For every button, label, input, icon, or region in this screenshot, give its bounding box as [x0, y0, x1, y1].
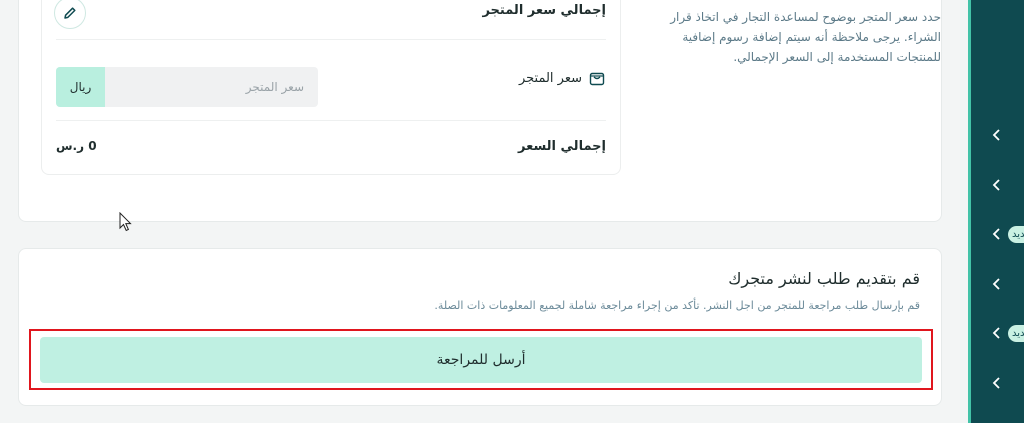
edit-button[interactable] [54, 0, 86, 29]
submit-review-button[interactable]: أرسل للمراجعة [40, 337, 922, 383]
store-price-description: حدد سعر المتجر بوضوح لمساعدة التجار في ا… [670, 10, 941, 64]
divider [56, 39, 606, 40]
chevron-left-icon [989, 126, 1005, 144]
submit-card: قم بتقديم طلب لنشر متجرك قم بإرسال طلب م… [18, 248, 942, 406]
store-price-card: حدد سعر المتجر بوضوح لمساعدة التجار في ا… [18, 0, 942, 222]
store-price-row-label: سعر المتجر [519, 69, 606, 87]
store-price-field: ريال [56, 67, 318, 107]
chevron-left-icon [989, 225, 1005, 243]
shopping-bag-icon [589, 72, 605, 86]
divider [56, 120, 606, 121]
sidebar-item-2[interactable] [971, 173, 1024, 197]
currency-label: ريال [56, 67, 105, 107]
sidebar-item-4[interactable] [971, 272, 1024, 296]
sidebar-item-1[interactable] [971, 123, 1024, 147]
new-badge: جديد [1008, 226, 1024, 243]
chevron-left-icon [989, 176, 1005, 194]
total-store-price-label: إجمالي سعر المتجر [482, 3, 606, 18]
total-price-label: إجمالي السعر [518, 139, 606, 154]
pencil-icon [64, 7, 76, 19]
total-price-value: 0 ر.س [56, 139, 97, 153]
store-price-input[interactable] [105, 67, 318, 107]
sidebar-item-5[interactable]: جديد [971, 321, 1024, 345]
mouse-cursor-icon [119, 212, 132, 232]
sidebar: جديد جديد [968, 0, 1024, 423]
store-price-label: سعر المتجر [518, 70, 582, 86]
sidebar-item-3[interactable]: جديد [971, 222, 1024, 246]
price-box: إجمالي سعر المتجر سعر المتجر ريال إجمالي… [41, 0, 621, 175]
chevron-left-icon [989, 324, 1005, 342]
chevron-left-icon [989, 374, 1005, 392]
new-badge: جديد [1008, 325, 1024, 342]
submit-description: قم بإرسال طلب مراجعة للمتجر من اجل النشر… [434, 299, 920, 312]
submit-title: قم بتقديم طلب لنشر متجرك [728, 269, 920, 288]
sidebar-item-6[interactable] [971, 371, 1024, 395]
chevron-left-icon [989, 275, 1005, 293]
